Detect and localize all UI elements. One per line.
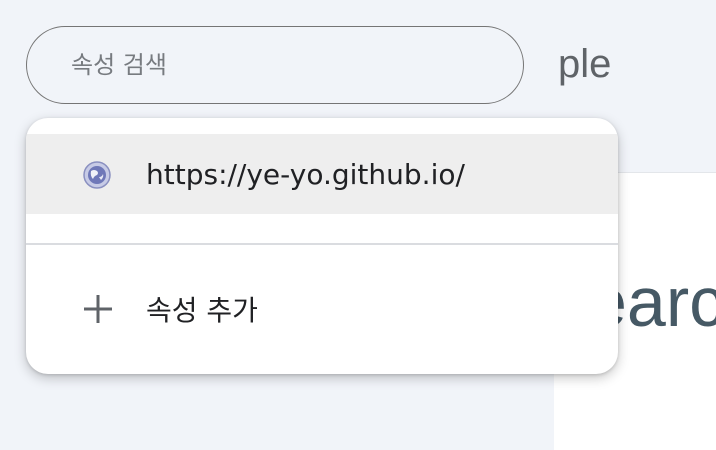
property-item[interactable]: https://ye-yo.github.io/ <box>26 134 618 214</box>
add-property-button[interactable]: 속성 추가 <box>26 268 618 350</box>
property-dropdown: https://ye-yo.github.io/ 속성 추가 <box>26 118 618 374</box>
property-url-label: https://ye-yo.github.io/ <box>146 157 465 191</box>
divider <box>26 243 618 245</box>
property-search-input[interactable] <box>69 50 523 80</box>
plus-icon <box>84 295 112 323</box>
page-title-partial: ple <box>558 42 612 86</box>
globe-icon <box>83 161 111 189</box>
property-search-box[interactable] <box>26 26 524 104</box>
add-property-label: 속성 추가 <box>146 294 258 327</box>
